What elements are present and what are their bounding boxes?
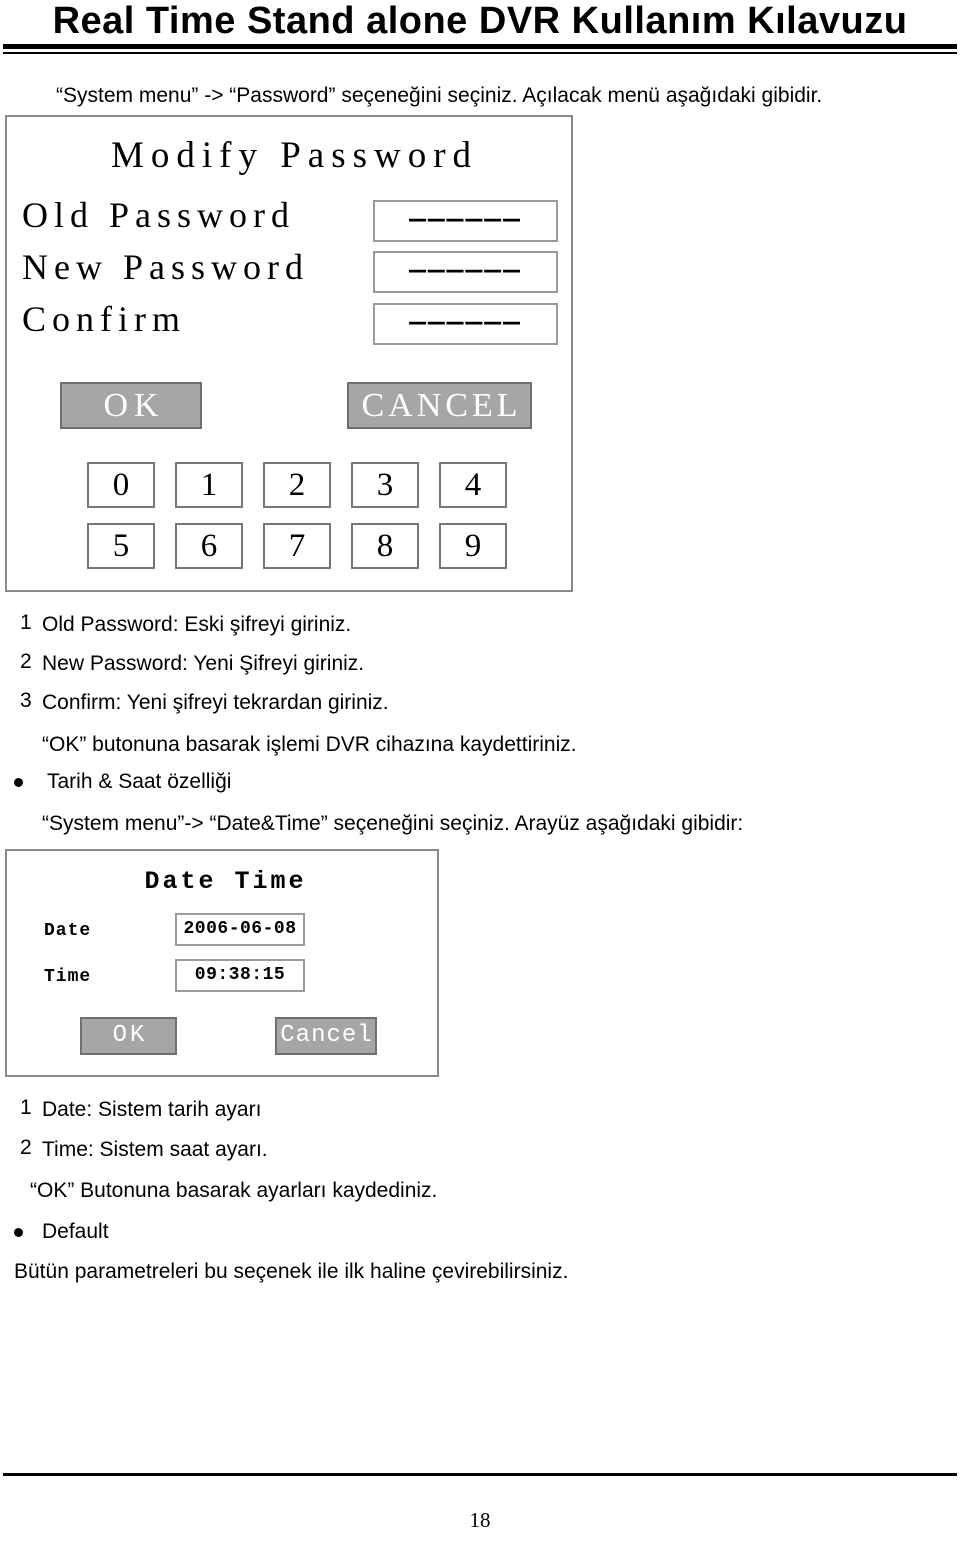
confirm-password-input[interactable]: —————— bbox=[373, 303, 558, 345]
new-password-label: New Password bbox=[22, 247, 309, 287]
confirm-password-label: Confirm bbox=[22, 299, 186, 339]
keypad-key-9[interactable]: 9 bbox=[439, 523, 507, 569]
bullet-icon-default bbox=[14, 1228, 23, 1237]
keypad-row-bottom: 5 6 7 8 9 bbox=[87, 523, 507, 569]
datetime-section-intro: “System menu”-> “Date&Time” seçeneğini s… bbox=[42, 812, 744, 835]
datetime-cancel-button[interactable]: Cancel bbox=[275, 1017, 377, 1055]
old-password-label: Old Password bbox=[22, 195, 296, 235]
old-password-input[interactable]: —————— bbox=[373, 200, 558, 242]
password-save-note: “OK” butonuna basarak işlemi DVR cihazın… bbox=[42, 733, 577, 756]
keypad-key-2[interactable]: 2 bbox=[263, 462, 331, 508]
header-rule-thick bbox=[3, 44, 957, 49]
keypad-key-4[interactable]: 4 bbox=[439, 462, 507, 508]
datetime-section-label: Tarih & Saat özelliği bbox=[47, 770, 232, 793]
time-label: Time bbox=[44, 967, 92, 987]
default-section-label: Default bbox=[42, 1220, 109, 1243]
datetime-ok-button[interactable]: OK bbox=[80, 1017, 177, 1055]
bullet-icon-datetime bbox=[14, 778, 23, 787]
password-note-2-number: 2 bbox=[20, 650, 32, 673]
modify-password-dialog: Modify Password Old Password —————— New … bbox=[5, 115, 573, 592]
keypad-key-8[interactable]: 8 bbox=[351, 523, 419, 569]
password-cancel-button[interactable]: CANCEL bbox=[347, 382, 532, 429]
datetime-note-1-number: 1 bbox=[20, 1096, 32, 1119]
page-title: Real Time Stand alone DVR Kullanım Kılav… bbox=[52, 0, 908, 42]
keypad-key-1[interactable]: 1 bbox=[175, 462, 243, 508]
keypad-key-6[interactable]: 6 bbox=[175, 523, 243, 569]
new-password-input[interactable]: —————— bbox=[373, 251, 558, 293]
keypad-key-3[interactable]: 3 bbox=[351, 462, 419, 508]
datetime-note-1-text: Date: Sistem tarih ayarı bbox=[42, 1098, 262, 1121]
keypad-key-5[interactable]: 5 bbox=[87, 523, 155, 569]
header-rule-thin bbox=[3, 52, 957, 54]
page-number: 18 bbox=[469, 1508, 491, 1532]
password-note-3-number: 3 bbox=[20, 689, 32, 712]
datetime-dialog-title: Date Time bbox=[144, 867, 307, 896]
default-section-description: Bütün parametreleri bu seçenek ile ilk h… bbox=[14, 1260, 569, 1283]
password-note-1-number: 1 bbox=[20, 611, 32, 634]
page-header: Real Time Stand alone DVR Kullanım Kılav… bbox=[0, 0, 960, 56]
password-note-1-text: Old Password: Eski şifreyi giriniz. bbox=[42, 613, 352, 636]
datetime-note-2-number: 2 bbox=[20, 1136, 32, 1159]
intro-paragraph: “System menu” -> “Password” seçeneğini s… bbox=[56, 84, 823, 107]
datetime-note-2-text: Time: Sistem saat ayarı. bbox=[42, 1138, 268, 1161]
password-ok-button[interactable]: OK bbox=[60, 382, 202, 429]
password-note-2-text: New Password: Yeni Şifreyi giriniz. bbox=[42, 652, 365, 675]
keypad-key-0[interactable]: 0 bbox=[87, 462, 155, 508]
dialog-title: Modify Password bbox=[110, 135, 479, 176]
datetime-save-note: “OK” Butonuna basarak ayarları kaydedini… bbox=[30, 1179, 438, 1202]
footer-rule bbox=[3, 1473, 957, 1476]
password-note-3-text: Confirm: Yeni şifreyi tekrardan giriniz. bbox=[42, 691, 389, 714]
date-label: Date bbox=[44, 921, 92, 941]
time-input[interactable]: 09:38:15 bbox=[175, 959, 305, 992]
keypad-key-7[interactable]: 7 bbox=[263, 523, 331, 569]
date-time-dialog: Date Time Date 2006-06-08 Time 09:38:15 … bbox=[5, 849, 439, 1077]
date-input[interactable]: 2006-06-08 bbox=[175, 913, 305, 946]
keypad-row-top: 0 1 2 3 4 bbox=[87, 462, 507, 508]
